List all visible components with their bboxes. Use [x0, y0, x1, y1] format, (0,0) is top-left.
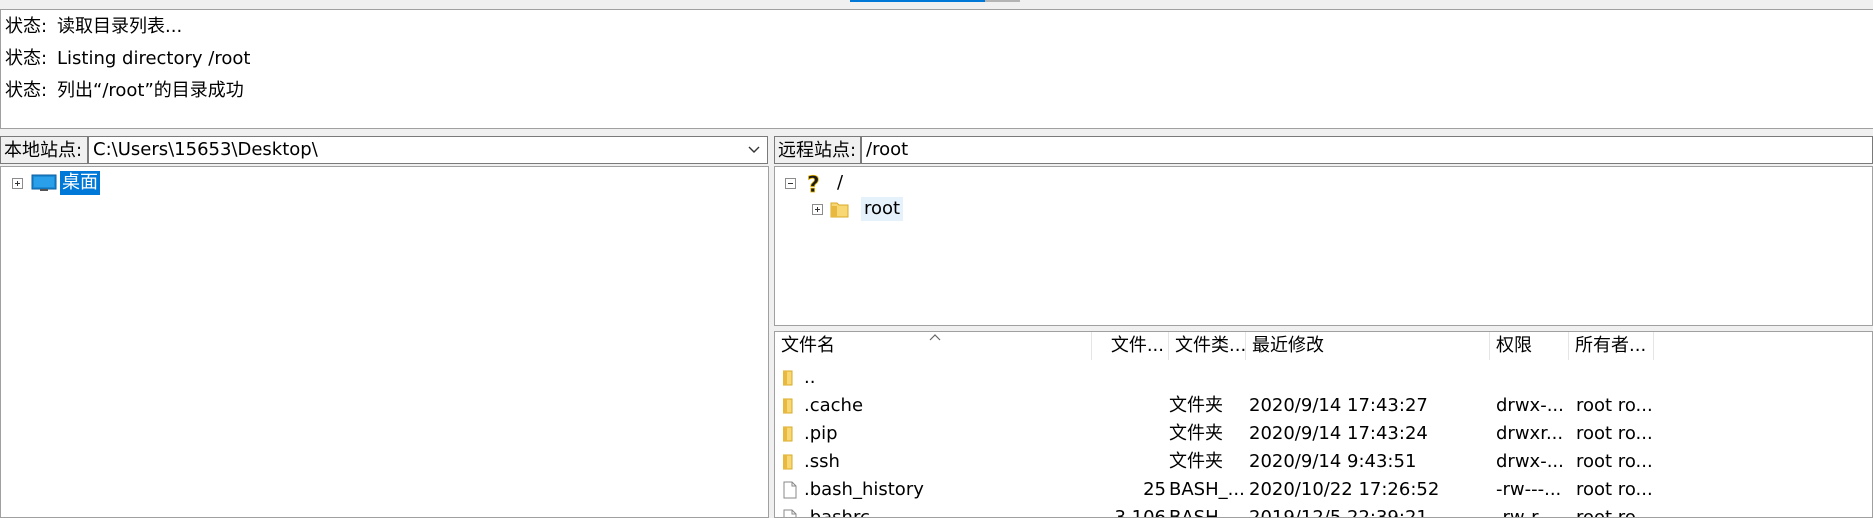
top-strip [0, 0, 1873, 9]
file-modified: 2020/9/14 17:43:24 [1249, 423, 1428, 444]
tree-item-root-folder[interactable]: root [775, 197, 1075, 221]
file-perm [1496, 366, 1575, 390]
tree-item-label[interactable]: root [861, 197, 904, 221]
log-line: 状态: Listing directory /root [5, 45, 250, 73]
column-header-owner[interactable]: 所有者... [1569, 332, 1654, 360]
collapse-toggle[interactable] [785, 178, 796, 189]
file-modified: 2020/9/14 9:43:51 [1249, 451, 1417, 472]
sort-ascending-icon [929, 334, 941, 341]
vertical-splitter[interactable] [769, 166, 774, 518]
file-name[interactable]: .pip [804, 422, 1089, 446]
file-size [1092, 450, 1166, 474]
file-row[interactable]: .bashrc 3,106 BASH... 2019/12/5 22:39:21 -rw… [775, 506, 1872, 518]
file-type: BASH_... [1169, 479, 1245, 500]
local-site-bar: 本地站点: C:\Users\15653\Desktop\ [0, 134, 768, 164]
remote-site-bar: 远程站点: /root [774, 134, 1873, 164]
message-log[interactable]: 状态: 读取目录列表... 状态: Listing directory /root … [0, 9, 1873, 129]
file-name[interactable]: .ssh [804, 450, 1089, 474]
folder-icon [783, 454, 793, 470]
file-modified: 2020/10/22 17:26:52 [1249, 479, 1440, 500]
local-tree-pane[interactable]: 桌面 [0, 166, 769, 518]
file-perm: drwxr... [1496, 423, 1564, 444]
file-size: 25 [1143, 479, 1166, 500]
folder-icon [783, 426, 793, 442]
svg-text:?: ? [807, 173, 820, 196]
file-size: 3,106 [1114, 507, 1166, 518]
file-name[interactable]: .bash_history [804, 478, 1089, 502]
tree-item-label[interactable]: / [837, 171, 843, 195]
column-header-type[interactable]: 文件类... [1169, 332, 1246, 360]
toolbar-highlight [850, 0, 985, 2]
file-size [1092, 422, 1166, 446]
file-owner: root ro... [1576, 451, 1653, 472]
file-row[interactable]: .ssh 文件夹 2020/9/14 9:43:51 drwx-... root ro.… [775, 450, 1872, 474]
file-type: 文件夹 [1169, 451, 1223, 472]
desktop-icon [31, 174, 57, 191]
log-line: 状态: 列出“/root”的目录成功 [5, 77, 244, 105]
file-modified: 2020/9/14 17:43:27 [1249, 395, 1428, 416]
file-owner [1576, 366, 1661, 390]
tree-item-root-dir[interactable]: ? / [775, 171, 1075, 196]
file-list-header: 文件名 文件... 文件类... 最近修改 权限 所有者... [775, 332, 1872, 360]
file-type: BASH... [1169, 507, 1236, 518]
file-perm: drwx-... [1496, 395, 1564, 416]
column-header-permissions[interactable]: 权限 [1490, 332, 1569, 360]
file-owner: root ro... [1576, 423, 1653, 444]
log-status-label: 状态: [5, 80, 48, 101]
local-site-label: 本地站点: [0, 136, 88, 164]
file-name[interactable]: .bashrc [804, 506, 1089, 517]
log-status-label: 状态: [5, 16, 48, 37]
log-text: Listing directory /root [57, 48, 251, 69]
file-row[interactable]: .bash_history 25 BASH_... 2020/10/22 17:26:… [775, 478, 1872, 502]
file-size [1092, 394, 1166, 418]
remote-file-list[interactable]: 文件名 文件... 文件类... 最近修改 权限 所有者... .. .cache… [774, 331, 1873, 518]
tree-item-desktop[interactable]: 桌面 [1, 171, 121, 195]
expand-toggle[interactable] [12, 178, 23, 189]
file-row[interactable]: .. [775, 366, 1872, 390]
log-line: 状态: 读取目录列表... [5, 13, 182, 41]
file-icon [783, 481, 797, 499]
file-perm: -rw---... [1496, 479, 1562, 500]
file-icon [783, 509, 797, 517]
file-name[interactable]: .. [804, 366, 1089, 390]
column-header-size[interactable]: 文件... [1092, 332, 1169, 360]
log-text: 读取目录列表... [57, 16, 183, 37]
local-path-input[interactable]: C:\Users\15653\Desktop\ [88, 136, 768, 164]
remote-path-input[interactable]: /root [861, 136, 1873, 164]
file-type: 文件夹 [1169, 395, 1223, 416]
file-name[interactable]: .cache [804, 394, 1089, 418]
file-owner: root ro... [1576, 479, 1653, 500]
file-modified: 2019/12/5 22:39:21 [1249, 507, 1428, 518]
column-header-modified[interactable]: 最近修改 [1246, 332, 1490, 360]
file-type: 文件夹 [1169, 423, 1223, 444]
file-type [1169, 366, 1246, 390]
file-perm: -rw-r-... [1496, 507, 1562, 518]
tree-item-label[interactable]: 桌面 [60, 171, 100, 195]
file-size [1092, 366, 1166, 390]
file-owner: root ro... [1576, 395, 1653, 416]
file-perm: drwx-... [1496, 451, 1564, 472]
question-icon: ? [807, 173, 821, 196]
remote-tree-pane[interactable]: ? / root [774, 166, 1873, 326]
toolbar-segment [985, 0, 1020, 2]
expand-toggle[interactable] [812, 204, 823, 215]
log-status-label: 状态: [5, 48, 48, 69]
folder-icon [783, 398, 793, 414]
file-row[interactable]: .pip 文件夹 2020/9/14 17:43:24 drwxr... root ro… [775, 422, 1872, 446]
log-text: 列出“/root”的目录成功 [57, 80, 244, 101]
file-modified [1249, 366, 1493, 390]
remote-site-label: 远程站点: [774, 136, 861, 164]
chevron-down-icon[interactable] [748, 143, 760, 155]
file-owner: root ro... [1576, 507, 1653, 518]
folder-icon [830, 202, 849, 218]
folder-icon [783, 370, 793, 386]
file-row[interactable]: .cache 文件夹 2020/9/14 17:43:27 drwx-... root … [775, 394, 1872, 418]
